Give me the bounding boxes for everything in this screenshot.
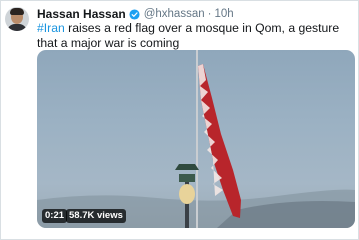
avatar-hair bbox=[10, 8, 24, 15]
video-player[interactable]: 0:21 58.7K views bbox=[37, 50, 355, 228]
tweet-header: Hassan Hassan @hxhassan · 10h bbox=[37, 7, 234, 21]
red-flag bbox=[198, 64, 241, 218]
tweet-body: raises a red flag over a mosque in Qom, … bbox=[37, 21, 340, 50]
lamp-globe bbox=[179, 184, 195, 204]
flagpole bbox=[196, 50, 198, 228]
author-name[interactable]: Hassan Hassan bbox=[37, 7, 126, 21]
verified-badge-icon bbox=[129, 8, 140, 20]
avatar-shirt bbox=[7, 24, 27, 31]
video-frame bbox=[37, 50, 355, 228]
hashtag-link[interactable]: #Iran bbox=[37, 21, 65, 35]
video-views-badge: 58.7K views bbox=[66, 209, 126, 223]
tweet-timestamp[interactable]: 10h bbox=[214, 8, 233, 20]
author-handle[interactable]: @hxhassan bbox=[144, 8, 205, 20]
avatar[interactable] bbox=[5, 7, 29, 31]
tweet-text: #Iran raises a red flag over a mosque in… bbox=[37, 21, 355, 51]
lamp-head bbox=[179, 174, 195, 182]
video-duration-badge: 0:21 bbox=[42, 209, 68, 223]
tweet-card[interactable]: Hassan Hassan @hxhassan · 10h #Iran rais… bbox=[0, 0, 359, 240]
header-separator: · bbox=[207, 8, 212, 20]
lamp-cap bbox=[175, 164, 199, 170]
